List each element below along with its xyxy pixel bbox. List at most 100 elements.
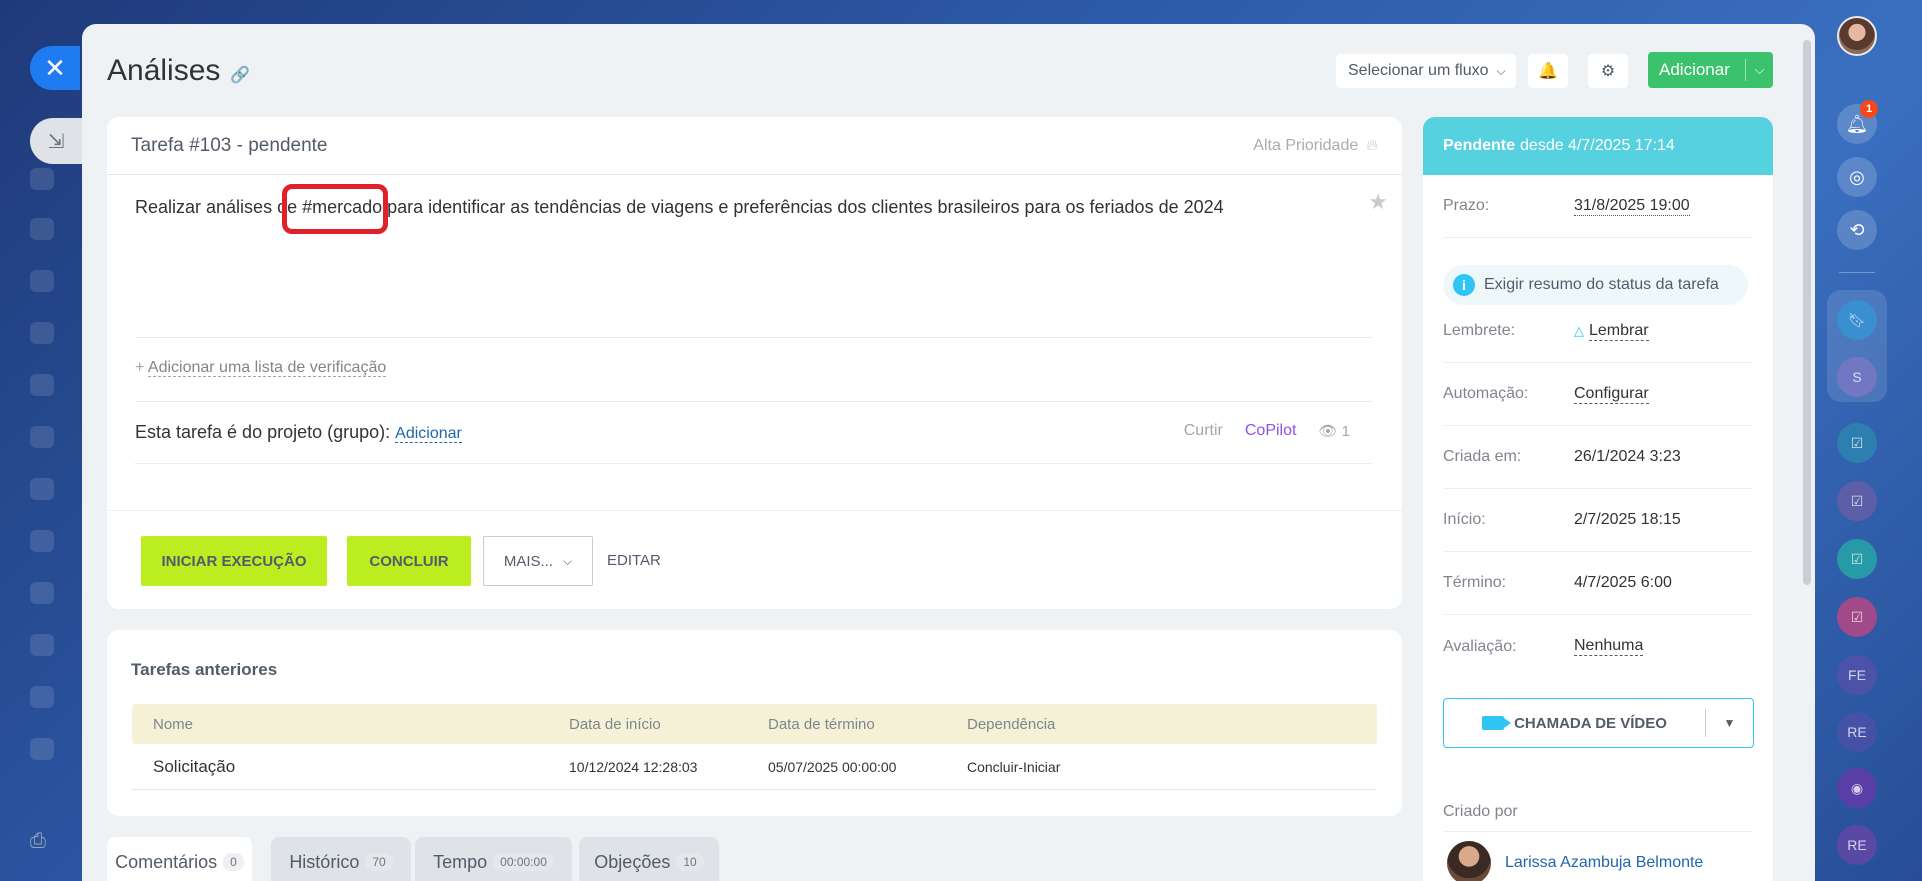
background-item [30, 322, 54, 344]
automation-label: Automação: [1443, 385, 1529, 402]
tab-label: Histórico [289, 851, 360, 872]
avatar[interactable] [1837, 16, 1877, 56]
target-icon[interactable]: ◎ [1837, 157, 1877, 197]
more-button[interactable]: MAIS... ⌵ [483, 536, 593, 586]
tab-count: 00:00:00 [493, 853, 554, 871]
background-item [30, 168, 54, 190]
tab-comments[interactable]: Comentários 0 [107, 837, 252, 881]
task-icon[interactable]: ☑ [1837, 481, 1877, 521]
video-call-main[interactable]: CHAMADA DE VÍDEO [1444, 715, 1705, 732]
eye-icon: 👁︎ [1318, 423, 1338, 440]
column-header: Data de início [569, 715, 661, 733]
print-icon[interactable]: ⎙ [30, 830, 54, 852]
bookmark-icon[interactable]: 🔖︎ [1837, 300, 1877, 340]
sidebar-item-label: RE [1847, 837, 1867, 853]
table-row[interactable]: Solicitação 10/12/2024 12:28:03 05/07/20… [132, 744, 1377, 790]
table-cell: 05/07/2025 00:00:00 [768, 758, 897, 775]
automation-row: Automação: Configurar [1443, 363, 1753, 426]
tab-label: Objeções [594, 851, 671, 872]
task-icon[interactable]: ☑ [1837, 539, 1877, 579]
table-cell: 10/12/2024 12:28:03 [569, 758, 698, 775]
table-cell[interactable]: Solicitação [132, 757, 569, 777]
tab-label: Comentários [115, 851, 218, 872]
status-summary-toggle[interactable]: i Exigir resumo do status da tarefa [1443, 265, 1748, 305]
chevron-down-icon[interactable]: ⌵ [1746, 62, 1773, 78]
collapse-button[interactable]: ⇲ [30, 118, 82, 164]
gear-icon: ⚙ [1600, 63, 1616, 80]
avatar[interactable] [1447, 841, 1491, 881]
divider [1839, 272, 1875, 273]
video-call-label: CHAMADA DE VÍDEO [1514, 714, 1667, 732]
background-item [30, 686, 54, 708]
video-call-button[interactable]: CHAMADA DE VÍDEO ▼ [1443, 698, 1754, 748]
created-label: Criada em: [1443, 448, 1522, 465]
task-icon[interactable]: ☑ [1837, 597, 1877, 637]
end-label: Término: [1443, 574, 1507, 591]
right-sidebar: 🔔︎ 1 ◎ ⟲ 🔖︎ S ☑ ☑ ☑ ☑ FE RE ◉ RE [1815, 0, 1922, 881]
created-by-label: Criado por [1443, 803, 1518, 820]
column-header: Nome [153, 715, 194, 733]
page-title: Análises 🔗 [107, 54, 250, 88]
add-button-label: Adicionar [1659, 60, 1730, 79]
scrollbar[interactable] [1803, 40, 1811, 585]
creator-name[interactable]: Larissa Azambuja Belmonte [1505, 854, 1703, 872]
deadline-row: Prazo: 31/8/2025 19:00 [1443, 175, 1753, 238]
background-item [30, 478, 54, 500]
tab-history[interactable]: Histórico 70 [271, 837, 411, 881]
notify-button[interactable]: 🔔 [1528, 54, 1568, 88]
divider [135, 463, 1372, 464]
sync-icon[interactable]: ⟲ [1837, 210, 1877, 250]
automation-link[interactable]: Configurar [1574, 385, 1649, 404]
flow-select-label: Selecionar um fluxo [1348, 62, 1489, 79]
tab-objections[interactable]: Objeções 10 [579, 837, 719, 881]
add-button[interactable]: Adicionar ⌵ [1648, 52, 1773, 88]
link-icon[interactable]: 🔗 [230, 67, 250, 84]
alarm-icon: △ [1574, 323, 1584, 338]
settings-button[interactable]: ⚙ [1588, 54, 1628, 88]
edit-button[interactable]: EDITAR [607, 552, 661, 569]
copilot-icon[interactable]: ◉ [1837, 768, 1877, 808]
chevron-down-icon[interactable]: ▼ [1706, 716, 1753, 730]
reminder-link[interactable]: Lembrar [1589, 322, 1649, 341]
reminder-row: Lembrete: △ Lembrar [1443, 300, 1753, 363]
project-line: Esta tarefa é do projeto (grupo): Adicio… [135, 422, 462, 443]
status-summary-label: Exigir resumo do status da tarefa [1484, 276, 1719, 293]
task-number: Tarefa #103 - pendente [131, 134, 328, 156]
close-slider-button[interactable]: ✕ [30, 46, 80, 90]
like-link[interactable]: Curtir [1184, 422, 1223, 440]
priority-toggle[interactable]: Alta Prioridade 🔥︎ [1253, 137, 1378, 155]
sidebar-item-s[interactable]: S [1837, 357, 1877, 397]
project-add-link[interactable]: Adicionar [395, 425, 462, 443]
views-counter: 👁︎ 1 [1318, 422, 1350, 440]
sidebar-item-label: RE [1847, 724, 1867, 740]
checklist-add[interactable]: + Adicionar uma lista de verificação [135, 359, 387, 377]
rating-link[interactable]: Nenhuma [1574, 637, 1644, 656]
star-icon[interactable]: ★ [1368, 189, 1388, 215]
copilot-link[interactable]: CoPilot [1245, 422, 1297, 440]
previous-tasks-title: Tarefas anteriores [131, 660, 278, 679]
task-header: Tarefa #103 - pendente Alta Prioridade 🔥… [107, 117, 1402, 175]
deadline-value[interactable]: 31/8/2025 19:00 [1574, 197, 1690, 216]
checklist-link[interactable]: Adicionar uma lista de verificação [147, 359, 387, 377]
actions-divider [107, 510, 1402, 511]
sidebar-item-fe[interactable]: FE [1837, 655, 1877, 695]
tab-count: 10 [676, 853, 704, 871]
background-item [30, 218, 54, 240]
creator[interactable]: Larissa Azambuja Belmonte [1447, 841, 1703, 881]
flow-select[interactable]: Selecionar um fluxo ⌵ [1336, 54, 1516, 88]
task-icon[interactable]: ☑ [1837, 423, 1877, 463]
chevron-down-icon: ⌵ [1496, 63, 1506, 78]
created-value: 26/1/2024 3:23 [1574, 448, 1681, 465]
sidebar-item-re-2[interactable]: RE [1837, 825, 1877, 865]
start-button[interactable]: INICIAR EXECUÇÃO [141, 536, 327, 586]
start-row: Início: 2/7/2025 18:15 [1443, 489, 1753, 552]
tab-time[interactable]: Tempo 00:00:00 [415, 837, 572, 881]
divider [1443, 831, 1753, 832]
start-label: Início: [1443, 511, 1486, 528]
tab-label: Tempo [433, 851, 488, 872]
sidebar-item-re[interactable]: RE [1837, 712, 1877, 752]
bell-icon: 🔔 [1538, 63, 1558, 80]
finish-button[interactable]: CONCLUIR [347, 536, 471, 586]
camera-icon [1482, 716, 1512, 730]
table-cell: Concluir-Iniciar [967, 758, 1061, 775]
